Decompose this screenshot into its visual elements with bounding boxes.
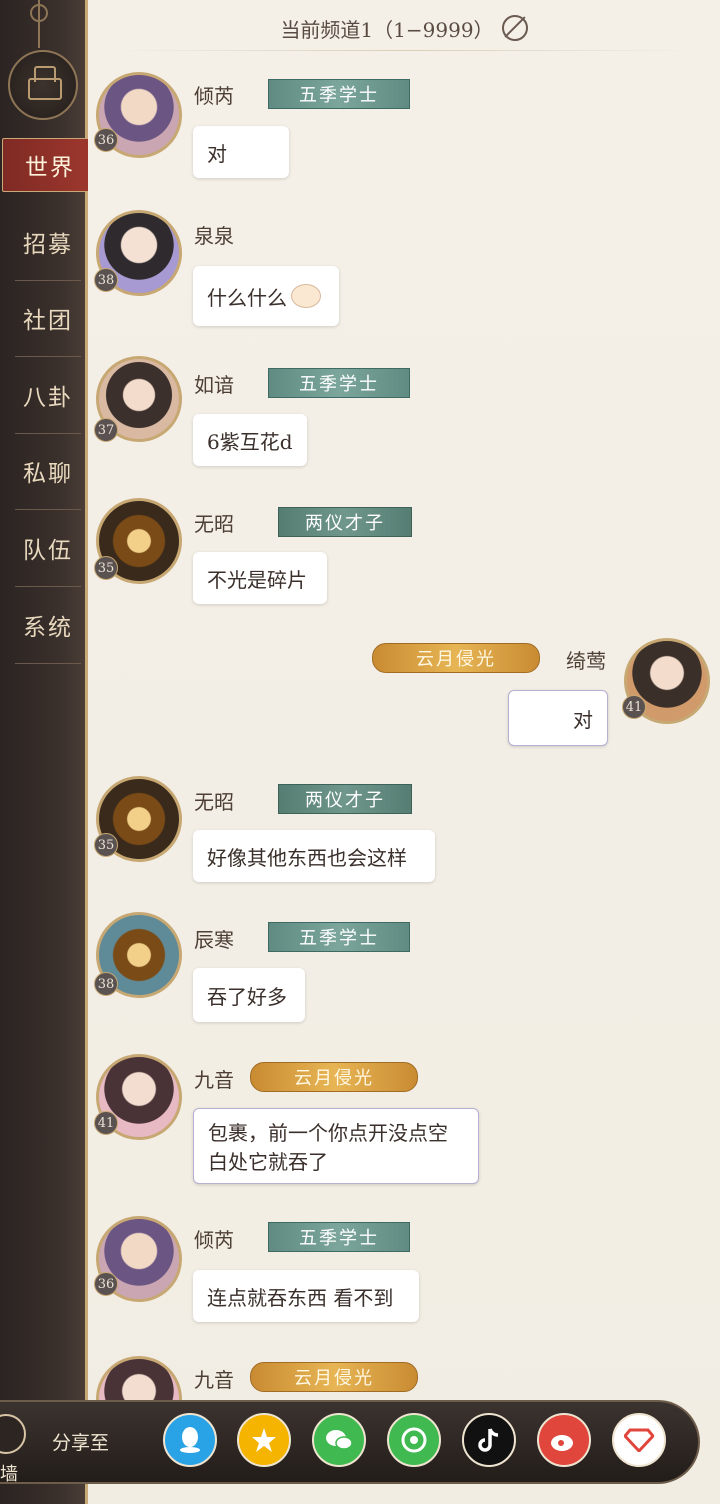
title-badge: 云月侵光 — [372, 643, 540, 673]
level-badge: 41 — [622, 695, 646, 719]
channel-sidebar: 世界 招募 社团 八卦 私聊 队伍 系统 — [0, 0, 98, 1504]
tab-label: 队伍 — [23, 538, 73, 564]
tab-label: 社团 — [23, 308, 73, 334]
title-badge: 五季学士 — [268, 1222, 410, 1252]
tab-label: 八卦 — [23, 385, 73, 411]
tab-guild[interactable]: 社团 — [15, 280, 81, 357]
channel-header[interactable]: 当前频道1（1−9999） — [88, 8, 720, 48]
douyin-icon[interactable] — [462, 1413, 516, 1467]
level-badge: 38 — [94, 972, 118, 996]
qzone-glyph — [252, 1428, 276, 1452]
message-bubble[interactable]: 对 — [508, 690, 608, 746]
moments-glyph — [401, 1427, 427, 1453]
message-bubble[interactable]: 吞了好多 — [193, 968, 305, 1022]
sender-name[interactable]: 如谙 — [194, 369, 234, 398]
hidden-eye-icon[interactable] — [501, 15, 528, 41]
message-bubble[interactable]: 包裹，前一个你点开没点空 白处它就吞了 — [193, 1108, 479, 1184]
qzone-icon[interactable] — [237, 1413, 291, 1467]
sender-name[interactable]: 无昭 — [194, 508, 234, 537]
sender-name[interactable]: 九音 — [194, 1064, 234, 1093]
hanger-string — [38, 0, 40, 48]
diamond-glyph — [624, 1428, 654, 1452]
level-badge: 36 — [94, 1272, 118, 1296]
box-icon — [28, 78, 62, 100]
sender-name[interactable]: 无昭 — [194, 786, 234, 815]
qq-glyph — [180, 1427, 200, 1453]
title-badge: 两仪才子 — [278, 784, 412, 814]
message-bubble[interactable]: 好像其他东西也会这样 — [193, 830, 435, 882]
title-badge: 五季学士 — [268, 922, 410, 952]
level-badge: 35 — [94, 556, 118, 580]
sender-name[interactable]: 倾芮 — [194, 1224, 234, 1253]
level-badge: 41 — [94, 1111, 118, 1135]
tab-label: 私聊 — [23, 461, 73, 487]
message-bubble[interactable]: 对 — [193, 126, 289, 178]
tab-label: 系统 — [23, 615, 73, 641]
tab-gossip[interactable]: 八卦 — [15, 357, 81, 434]
other-share-icon[interactable] — [612, 1413, 666, 1467]
share-label: 分享至 — [52, 1432, 110, 1454]
tab-team[interactable]: 队伍 — [15, 510, 81, 587]
emoji-icon — [291, 284, 321, 308]
douyin-glyph — [478, 1428, 499, 1452]
title-badge: 云月侵光 — [250, 1062, 418, 1092]
level-badge: 38 — [94, 268, 118, 292]
weibo-icon[interactable] — [537, 1413, 591, 1467]
header-divider — [108, 50, 700, 51]
qq-icon[interactable] — [163, 1413, 217, 1467]
sender-name[interactable]: 绮莺 — [566, 645, 606, 674]
chat-panel: 当前频道1（1−9999） 36 倾芮 五季学士 对 38 泉泉 什么什么 37… — [88, 0, 720, 1504]
message-bubble[interactable]: 连点就吞东西 看不到 — [193, 1270, 419, 1322]
sender-name[interactable]: 泉泉 — [194, 220, 234, 249]
level-badge: 35 — [94, 833, 118, 857]
tab-label: 世界 — [25, 155, 75, 181]
sender-name[interactable]: 九音 — [194, 1364, 234, 1393]
message-bubble[interactable]: 不光是碎片 — [193, 552, 327, 604]
chat-box-button[interactable] — [8, 50, 78, 120]
title-badge: 云月侵光 — [250, 1362, 418, 1392]
weibo-glyph — [551, 1435, 573, 1451]
wechat-glyph — [326, 1430, 353, 1450]
level-badge: 36 — [94, 128, 118, 152]
message-bubble[interactable]: 什么什么 — [193, 266, 339, 326]
wall-label: 墙 — [0, 1464, 18, 1485]
tab-system[interactable]: 系统 — [15, 587, 81, 664]
moments-icon[interactable] — [387, 1413, 441, 1467]
sender-name[interactable]: 倾芮 — [194, 80, 234, 109]
title-badge: 两仪才子 — [278, 507, 412, 537]
tab-world[interactable]: 世界 — [2, 138, 98, 192]
tab-label: 招募 — [23, 232, 73, 258]
channel-title: 当前频道1（1−9999） — [280, 17, 494, 42]
tab-private[interactable]: 私聊 — [15, 433, 81, 510]
title-badge: 五季学士 — [268, 79, 410, 109]
sender-name[interactable]: 辰寒 — [194, 924, 234, 953]
level-badge: 37 — [94, 418, 118, 442]
message-bubble[interactable]: 6紫互花d — [193, 414, 307, 466]
wechat-icon[interactable] — [312, 1413, 366, 1467]
title-badge: 五季学士 — [268, 368, 410, 398]
tab-recruit[interactable]: 招募 — [15, 204, 81, 281]
